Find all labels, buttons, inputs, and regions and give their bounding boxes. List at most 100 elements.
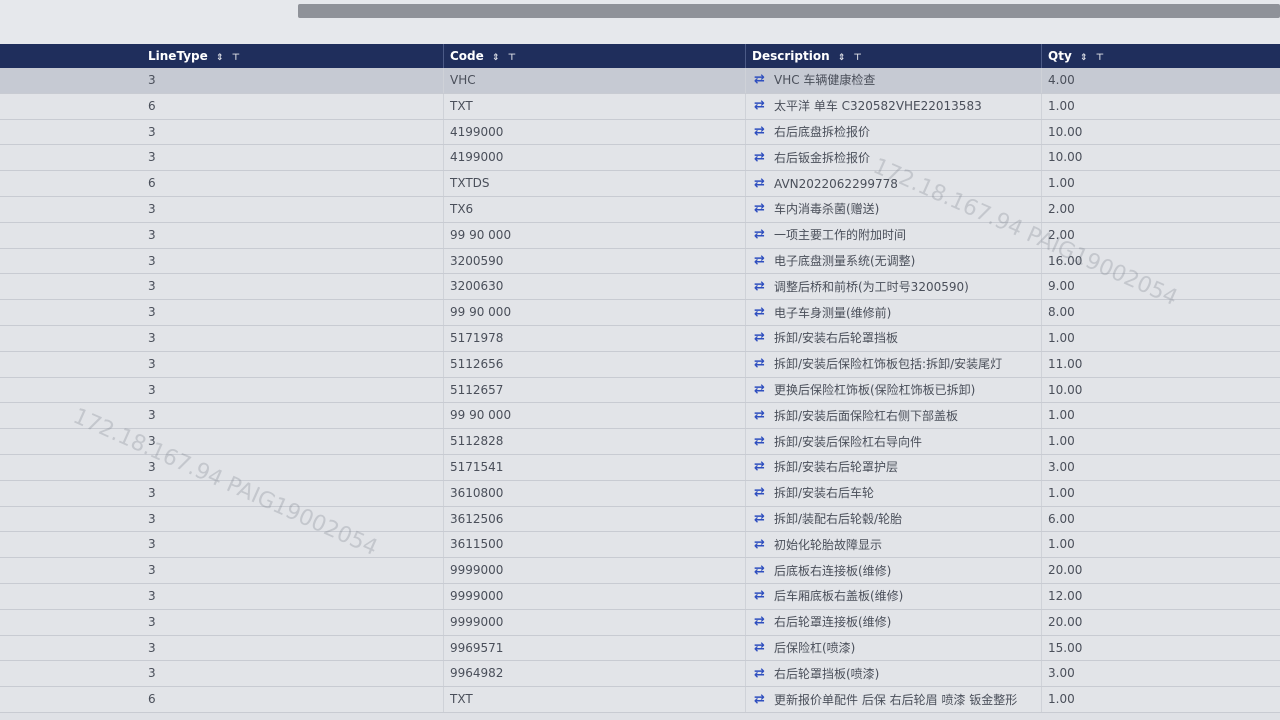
description-text: 拆卸/装配右后轮毂/轮胎 — [774, 511, 903, 526]
cell-description: ⇄ 拆卸/安装右后轮罩护层 — [746, 454, 1042, 480]
swap-icon[interactable]: ⇄ — [754, 301, 774, 325]
column-header-linetype[interactable]: LineType ⇕ ⊤ — [0, 44, 444, 68]
swap-icon[interactable]: ⇄ — [754, 326, 774, 350]
swap-icon[interactable]: ⇄ — [754, 94, 774, 118]
description-text: 右后轮罩连接板(维修) — [774, 615, 892, 630]
column-header-code[interactable]: Code ⇕ ⊤ — [444, 44, 746, 68]
description-text: 车内消毒杀菌(赠送) — [774, 202, 880, 217]
swap-icon[interactable]: ⇄ — [754, 481, 774, 505]
cell-description: ⇄ 右后轮罩连接板(维修) — [746, 609, 1042, 635]
table-row[interactable]: 3 5112656 ⇄ 拆卸/安装后保险杠饰板包括:拆卸/安装尾灯 11.00 — [0, 351, 1280, 378]
cell-linetype: 6 — [0, 687, 444, 712]
swap-icon[interactable]: ⇄ — [754, 275, 774, 299]
table-row[interactable]: 3 5112828 ⇄ 拆卸/安装后保险杠右导向件 1.00 — [0, 429, 1280, 455]
swap-icon[interactable]: ⇄ — [754, 378, 774, 402]
swap-icon[interactable]: ⇄ — [754, 533, 774, 557]
cell-description: ⇄ 拆卸/安装后面保险杠右侧下部盖板 — [746, 403, 1042, 429]
description-text: 拆卸/安装右后轮罩挡板 — [774, 331, 899, 346]
cell-linetype: 6 — [0, 93, 444, 119]
filter-icon[interactable]: ⊤ — [232, 53, 240, 63]
table-row[interactable]: 3 9964982 ⇄ 右后轮罩挡板(喷漆) 3.00 — [0, 661, 1280, 688]
line-items-grid: LineType ⇕ ⊤ Code ⇕ ⊤ Description ⇕ ⊤ Qt… — [0, 44, 1280, 720]
swap-icon[interactable]: ⇄ — [754, 120, 774, 144]
swap-icon[interactable]: ⇄ — [754, 249, 774, 273]
table-row[interactable]: 3 9969571 ⇄ 后保险杠(喷漆) 15.00 — [0, 635, 1280, 662]
cell-code: 3612506 — [444, 506, 746, 532]
swap-icon[interactable]: ⇄ — [754, 430, 774, 454]
cell-linetype: 3 — [0, 274, 444, 300]
table-row[interactable]: 3 3200630 ⇄ 调整后桥和前桥(为工时号3200590) 9.00 — [0, 274, 1280, 301]
column-label: Description — [752, 49, 830, 63]
swap-icon[interactable]: ⇄ — [754, 584, 774, 608]
table-row[interactable]: 3 5171978 ⇄ 拆卸/安装右后轮罩挡板 1.00 — [0, 325, 1280, 352]
swap-icon[interactable]: ⇄ — [754, 404, 774, 428]
cell-qty: 12.00 — [1048, 588, 1083, 603]
cell-code: 5171541 — [444, 454, 746, 480]
swap-icon[interactable]: ⇄ — [754, 197, 774, 221]
swap-icon[interactable]: ⇄ — [754, 352, 774, 376]
cell-linetype: 3 — [0, 661, 444, 687]
table-row[interactable]: 3 3612506 ⇄ 拆卸/装配右后轮毂/轮胎 6.00 — [0, 506, 1280, 533]
cell-linetype: 3 — [0, 429, 444, 454]
cell-code: 99 90 000 — [444, 300, 746, 325]
table-row[interactable]: 6 TXTDS ⇄ AVN2022062299778 1.00 — [0, 171, 1280, 197]
grid-header: LineType ⇕ ⊤ Code ⇕ ⊤ Description ⇕ ⊤ Qt… — [0, 44, 1280, 68]
filter-icon[interactable]: ⊤ — [508, 53, 516, 63]
filter-icon[interactable]: ⊤ — [1096, 53, 1104, 63]
cell-linetype: 3 — [0, 68, 444, 93]
table-row[interactable]: 3 9999000 ⇄ 后底板右连接板(维修) 20.00 — [0, 558, 1280, 584]
cell-code: 5112657 — [444, 377, 746, 403]
swap-icon[interactable]: ⇄ — [754, 68, 774, 92]
description-text: VHC 车辆健康检查 — [774, 73, 876, 88]
horizontal-scrollbar[interactable] — [298, 4, 1280, 18]
filter-icon[interactable]: ⊤ — [854, 53, 862, 63]
cell-code: 5112656 — [444, 351, 746, 377]
sort-icon[interactable]: ⇕ — [492, 53, 500, 63]
table-row[interactable]: 3 5171541 ⇄ 拆卸/安装右后轮罩护层 3.00 — [0, 454, 1280, 481]
swap-icon[interactable]: ⇄ — [754, 146, 774, 170]
cell-qty: 1.00 — [1048, 485, 1075, 500]
column-label: LineType — [148, 49, 208, 63]
scrollbar-thumb[interactable] — [298, 4, 1280, 18]
cell-qty: 1.00 — [1048, 537, 1075, 552]
table-row[interactable]: 3 3611500 ⇄ 初始化轮胎故障显示 1.00 — [0, 532, 1280, 559]
cell-linetype: 3 — [0, 506, 444, 532]
table-row[interactable]: 3 9999000 ⇄ 右后轮罩连接板(维修) 20.00 — [0, 609, 1280, 636]
table-row[interactable]: 3 3200590 ⇄ 电子底盘测量系统(无调整) 16.00 — [0, 248, 1280, 275]
swap-icon[interactable]: ⇄ — [754, 610, 774, 634]
column-header-qty[interactable]: Qty ⇕ ⊤ — [1042, 44, 1280, 68]
table-row[interactable]: 3 5112657 ⇄ 更换后保险杠饰板(保险杠饰板已拆卸) 10.00 — [0, 377, 1280, 404]
table-row[interactable]: 3 4199000 ⇄ 右后底盘拆检报价 10.00 — [0, 119, 1280, 146]
swap-icon[interactable]: ⇄ — [754, 172, 774, 196]
sort-icon[interactable]: ⇕ — [838, 53, 846, 63]
description-text: 拆卸/安装后保险杠右导向件 — [774, 434, 923, 449]
table-row[interactable]: 3 VHC ⇄ VHC 车辆健康检查 4.00 — [0, 68, 1280, 94]
swap-icon[interactable]: ⇄ — [754, 507, 774, 531]
swap-icon[interactable]: ⇄ — [754, 455, 774, 479]
table-row[interactable]: 3 9999000 ⇄ 后车厢底板右盖板(维修) 12.00 — [0, 583, 1280, 610]
table-row[interactable]: 6 TXT ⇄ 更新报价单配件 后保 右后轮眉 喷漆 钣金整形 1.00 — [0, 687, 1280, 713]
column-header-description[interactable]: Description ⇕ ⊤ — [746, 44, 1042, 68]
swap-icon[interactable]: ⇄ — [754, 662, 774, 686]
swap-icon[interactable]: ⇄ — [754, 223, 774, 247]
cell-qty: 1.00 — [1048, 692, 1075, 707]
description-text: 右后轮罩挡板(喷漆) — [774, 666, 880, 681]
cell-code: 5112828 — [444, 429, 746, 454]
swap-icon[interactable]: ⇄ — [754, 636, 774, 660]
sort-icon[interactable]: ⇕ — [1080, 53, 1088, 63]
cell-qty: 15.00 — [1048, 640, 1083, 655]
swap-icon[interactable]: ⇄ — [754, 559, 774, 583]
table-row[interactable]: 3 99 90 000 ⇄ 电子车身测量(维修前) 8.00 — [0, 300, 1280, 326]
table-row[interactable]: 3 99 90 000 ⇄ 拆卸/安装后面保险杠右侧下部盖板 1.00 — [0, 403, 1280, 430]
table-row[interactable]: 3 TX6 ⇄ 车内消毒杀菌(赠送) 2.00 — [0, 196, 1280, 223]
description-text: 拆卸/安装后面保险杠右侧下部盖板 — [774, 408, 959, 423]
table-row[interactable]: 3 3610800 ⇄ 拆卸/安装右后车轮 1.00 — [0, 480, 1280, 507]
sort-icon[interactable]: ⇕ — [216, 53, 224, 63]
table-row[interactable]: 3 4199000 ⇄ 右后钣金拆检报价 10.00 — [0, 145, 1280, 172]
swap-icon[interactable]: ⇄ — [754, 688, 774, 712]
cell-qty: 20.00 — [1048, 563, 1083, 578]
cell-linetype: 3 — [0, 248, 444, 274]
cell-linetype: 3 — [0, 351, 444, 377]
table-row[interactable]: 6 TXT ⇄ 太平洋 单车 C320582VHE22013583 1.00 — [0, 93, 1280, 120]
table-row[interactable]: 3 99 90 000 ⇄ 一项主要工作的附加时间 2.00 — [0, 222, 1280, 249]
